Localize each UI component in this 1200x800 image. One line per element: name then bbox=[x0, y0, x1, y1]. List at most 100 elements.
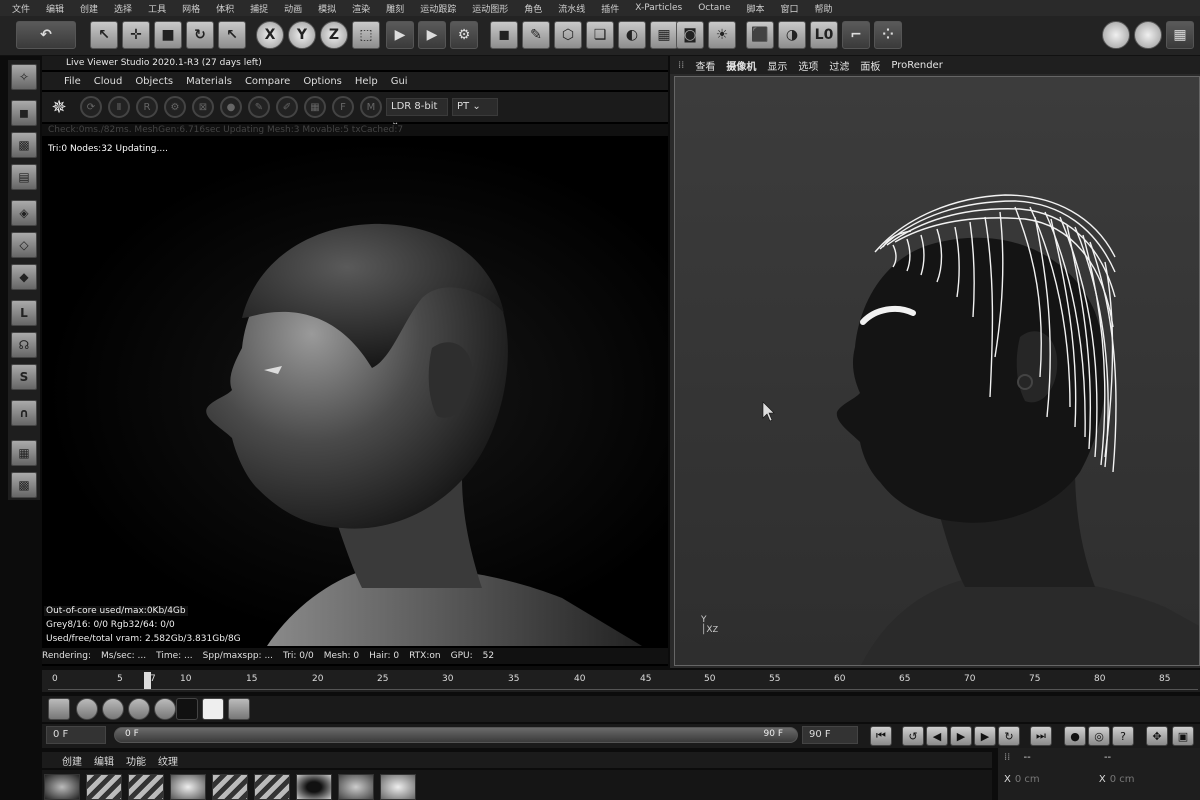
autokey-icon[interactable]: ◎ bbox=[1088, 726, 1110, 746]
menu-create[interactable]: 创建 bbox=[72, 2, 106, 15]
next-key-icon[interactable]: ↻ bbox=[998, 726, 1020, 746]
menu-character[interactable]: 角色 bbox=[516, 2, 550, 15]
record-param-icon[interactable] bbox=[154, 698, 176, 720]
lv-menu-help[interactable]: Help bbox=[355, 76, 378, 87]
floor-icon[interactable]: ▦ bbox=[650, 21, 678, 49]
l0-icon[interactable]: L0 bbox=[810, 21, 838, 49]
spline-icon[interactable]: ✧ bbox=[11, 64, 37, 90]
mat-menu-create[interactable]: 创建 bbox=[62, 753, 82, 768]
record-scale-icon[interactable] bbox=[102, 698, 124, 720]
menu-file[interactable]: 文件 bbox=[4, 2, 38, 15]
menu-script[interactable]: 脚本 bbox=[739, 2, 773, 15]
layout-ball-icon[interactable] bbox=[1134, 21, 1162, 49]
tweak-mode-icon[interactable]: ☊ bbox=[11, 332, 37, 358]
material-thumbnail[interactable] bbox=[338, 774, 374, 800]
vp-menu-view[interactable]: 查看 bbox=[695, 58, 715, 73]
coord-x-field-1[interactable]: 0 cm bbox=[1015, 774, 1040, 785]
record-icon[interactable]: ● bbox=[1064, 726, 1086, 746]
lv-menu-file[interactable]: File bbox=[64, 76, 81, 87]
lv-menu-cloud[interactable]: Cloud bbox=[94, 76, 123, 87]
camera-icon[interactable]: ◙ bbox=[676, 21, 704, 49]
menu-sculpt[interactable]: 雕刻 bbox=[378, 2, 412, 15]
pause-icon[interactable]: Ⅱ bbox=[108, 96, 130, 118]
settings-gear-icon[interactable]: ⚙ bbox=[164, 96, 186, 118]
brush-icon[interactable]: ✐ bbox=[276, 96, 298, 118]
lv-menu-compare[interactable]: Compare bbox=[245, 76, 290, 87]
array-icon[interactable]: ❏ bbox=[586, 21, 614, 49]
cube-icon[interactable]: ◼ bbox=[490, 21, 518, 49]
render-picture-viewer-icon[interactable]: ▶ bbox=[418, 21, 446, 49]
record-rotation-icon[interactable] bbox=[128, 698, 150, 720]
render-view-icon[interactable]: ▶ bbox=[386, 21, 414, 49]
menu-select[interactable]: 选择 bbox=[106, 2, 140, 15]
subdivision-icon[interactable]: ⬡ bbox=[554, 21, 582, 49]
scene-icon[interactable]: ▣ bbox=[1172, 726, 1194, 746]
start-frame-field[interactable]: 0 F bbox=[46, 726, 106, 744]
menu-render[interactable]: 渲染 bbox=[344, 2, 378, 15]
timeline-ruler[interactable]: 0 5 7 10 15 20 25 30 35 40 45 50 55 60 6… bbox=[42, 670, 1200, 692]
snap-icon[interactable]: ⌐ bbox=[842, 21, 870, 49]
model-mode-icon[interactable]: ◼ bbox=[11, 100, 37, 126]
menu-mesh[interactable]: 网格 bbox=[174, 2, 208, 15]
menu-window[interactable]: 窗口 bbox=[773, 2, 807, 15]
x-axis-icon[interactable]: X bbox=[256, 21, 284, 49]
coord-x-field-2[interactable]: 0 cm bbox=[1110, 774, 1135, 785]
material-thumbnail[interactable] bbox=[254, 774, 290, 800]
lv-menu-gui[interactable]: Gui bbox=[391, 76, 408, 87]
region-render-icon[interactable]: R bbox=[136, 96, 158, 118]
goto-start-icon[interactable]: ⏮ bbox=[870, 726, 892, 746]
material-thumbnail[interactable] bbox=[170, 774, 206, 800]
menu-animate[interactable]: 动画 bbox=[276, 2, 310, 15]
play-icon[interactable]: ▶ bbox=[950, 726, 972, 746]
frame-range-slider[interactable]: 0 F 90 F bbox=[114, 727, 798, 743]
prev-frame-icon[interactable]: ◀ bbox=[926, 726, 948, 746]
lv-menu-materials[interactable]: Materials bbox=[186, 76, 232, 87]
render-output[interactable]: Tri:0 Nodes:32 Updating.... Out-of-core … bbox=[42, 138, 668, 646]
keyframe-selection-icon[interactable]: ? bbox=[1112, 726, 1134, 746]
points-icon[interactable]: ◈ bbox=[11, 200, 37, 226]
next-frame-icon[interactable]: ▶ bbox=[974, 726, 996, 746]
menu-volume[interactable]: 体积 bbox=[208, 2, 242, 15]
menu-tools[interactable]: 工具 bbox=[140, 2, 174, 15]
vp-menu-display[interactable]: 显示 bbox=[767, 58, 787, 73]
picker-icon[interactable]: ✎ bbox=[248, 96, 270, 118]
lock-workplane-icon[interactable]: ▦ bbox=[11, 440, 37, 466]
light-icon[interactable]: ☀ bbox=[708, 21, 736, 49]
move-icon[interactable]: ✛ bbox=[122, 21, 150, 49]
settings-icon[interactable] bbox=[228, 698, 250, 720]
deformer-icon[interactable]: ◐ bbox=[618, 21, 646, 49]
pla-icon[interactable] bbox=[202, 698, 224, 720]
polygons-icon[interactable]: ◆ bbox=[11, 264, 37, 290]
mat-menu-edit[interactable]: 编辑 bbox=[94, 753, 114, 768]
undo-icon[interactable]: ↶ bbox=[16, 21, 76, 49]
menu-x-particles[interactable]: X-Particles bbox=[627, 3, 690, 13]
lv-menu-objects[interactable]: Objects bbox=[135, 76, 173, 87]
menu-motion-tracking[interactable]: 运动跟踪 bbox=[412, 2, 464, 15]
menu-snap[interactable]: 捕捉 bbox=[242, 2, 276, 15]
planar-workplane-icon[interactable]: ▩ bbox=[11, 472, 37, 498]
menu-mograph[interactable]: 运动图形 bbox=[464, 2, 516, 15]
keyframe-icon[interactable] bbox=[48, 698, 70, 720]
lock-icon[interactable]: ⊠ bbox=[192, 96, 214, 118]
kernel-select[interactable]: PT ⌄ bbox=[452, 98, 498, 116]
points-mode-icon[interactable]: ◑ bbox=[778, 21, 806, 49]
material-picker-icon[interactable]: M bbox=[360, 96, 382, 118]
layout-grid-icon[interactable]: ▦ bbox=[1166, 21, 1194, 49]
material-thumbnail[interactable] bbox=[296, 774, 332, 800]
magnet-icon[interactable]: ∩ bbox=[11, 400, 37, 426]
scale-icon[interactable]: ■ bbox=[154, 21, 182, 49]
vp-menu-filter[interactable]: 过滤 bbox=[829, 58, 849, 73]
workplane-mode-icon[interactable]: ▤ bbox=[11, 164, 37, 190]
texture-mode-icon[interactable]: ▩ bbox=[11, 132, 37, 158]
record-position-icon[interactable] bbox=[76, 698, 98, 720]
material-thumbnail[interactable] bbox=[380, 774, 416, 800]
menu-edit[interactable]: 编辑 bbox=[38, 2, 72, 15]
mat-menu-texture[interactable]: 纹理 bbox=[158, 753, 178, 768]
axis-mode-icon[interactable]: L bbox=[11, 300, 37, 326]
menu-plugins[interactable]: 插件 bbox=[593, 2, 627, 15]
rotate-icon[interactable]: ↻ bbox=[186, 21, 214, 49]
prev-key-icon[interactable]: ↺ bbox=[902, 726, 924, 746]
vp-menu-options[interactable]: 选项 bbox=[798, 58, 818, 73]
restart-icon[interactable]: ⟳ bbox=[80, 96, 102, 118]
menu-simulate[interactable]: 模拟 bbox=[310, 2, 344, 15]
